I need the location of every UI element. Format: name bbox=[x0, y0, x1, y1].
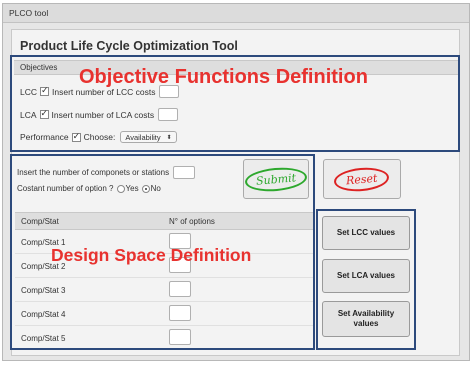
objective-functions-highlight bbox=[10, 55, 460, 152]
reset-button-label: Reset bbox=[333, 165, 391, 193]
app-window: PLCO tool Product Life Cycle Optimizatio… bbox=[2, 3, 470, 361]
reset-button[interactable]: Reset bbox=[323, 159, 401, 199]
design-space-highlight bbox=[10, 154, 315, 350]
app-title: Product Life Cycle Optimization Tool bbox=[20, 39, 238, 53]
set-values-highlight bbox=[316, 209, 416, 350]
window-titlebar: PLCO tool bbox=[3, 4, 469, 23]
